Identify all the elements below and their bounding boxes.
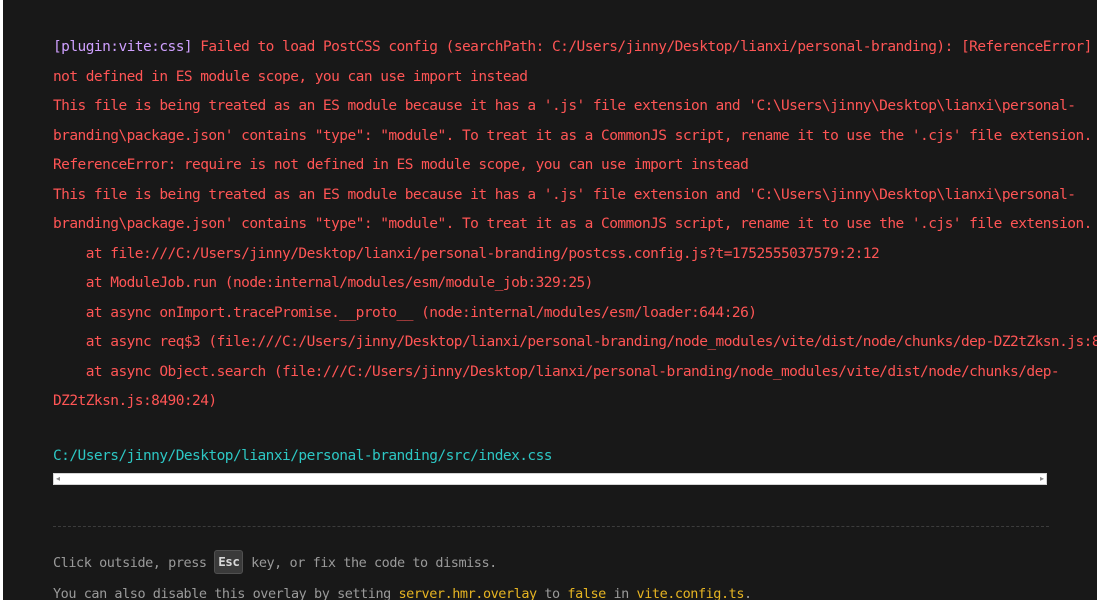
message-line: not defined in ES module scope, you can … [53, 68, 528, 85]
setting-value: false [567, 586, 606, 600]
scroll-right-icon[interactable]: ▸ [1040, 473, 1044, 485]
message-line: branding\package.json' contains "type": … [53, 216, 1092, 232]
plugin-name: [plugin:vite:css] [53, 39, 193, 55]
tip-text: in [605, 586, 637, 600]
stack-line: DZ2tZksn.js:8490:24) [53, 393, 217, 409]
tip-text: You can also disable this overlay by set… [53, 586, 399, 600]
message-line: This file is being treated as an ES modu… [53, 186, 1076, 203]
code-frame-scrollbar[interactable]: ◂ ▸ [53, 473, 1047, 485]
stack-line: at file:///C:/Users/jinny/Desktop/lianxi… [53, 245, 880, 262]
stack-line: at ModuleJob.run (node:internal/modules/… [53, 275, 594, 291]
tip-text: key, or fix the code to dismiss. [243, 555, 497, 571]
config-file-name: vite.config.ts [636, 586, 745, 600]
scroll-left-icon[interactable]: ◂ [56, 473, 60, 485]
dismiss-tip: Click outside, press Esc key, or fix the… [53, 549, 497, 579]
divider [53, 526, 1049, 527]
error-content: [plugin:vite:css] Failed to load PostCSS… [53, 33, 1097, 417]
tip-text: to [536, 586, 568, 600]
stack-line: at async req$3 (file:///C:/Users/jinny/D… [53, 334, 1097, 350]
message-line: Failed to load PostCSS config (searchPat… [192, 39, 1097, 55]
message-line: ReferenceError: require is not defined i… [53, 157, 749, 173]
esc-key: Esc [214, 550, 244, 574]
error-overlay[interactable]: [plugin:vite:css] Failed to load PostCSS… [3, 0, 1097, 600]
message-line: branding\package.json' contains "type": … [53, 127, 1092, 144]
tip-text: . [744, 586, 752, 600]
disable-overlay-tip: You can also disable this overlay by set… [53, 580, 752, 600]
error-file-link[interactable]: C:/Users/jinny/Desktop/lianxi/personal-b… [53, 442, 553, 472]
message-line: This file is being treated as an ES modu… [53, 98, 1076, 114]
error-message: [plugin:vite:css] Failed to load PostCSS… [53, 33, 1092, 240]
stack-line: at async onImport.tracePromise.__proto__… [53, 304, 757, 321]
stack-line: at async Object.search (file:///C:/Users… [53, 363, 1060, 380]
setting-name: server.hmr.overlay [398, 586, 538, 600]
error-stack: at file:///C:/Users/jinny/Desktop/lianxi… [53, 240, 1097, 417]
tip-text: Click outside, press [53, 555, 215, 571]
